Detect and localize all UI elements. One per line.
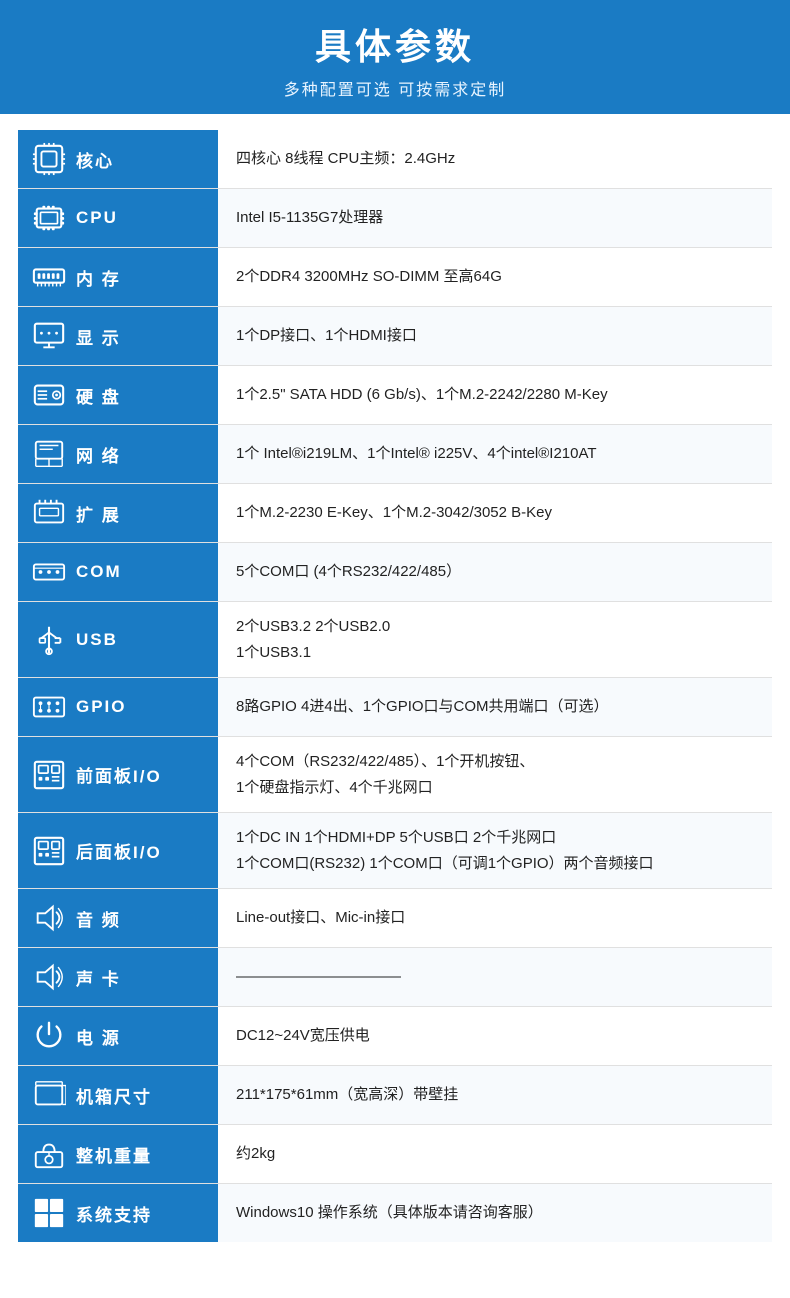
- core-label: 核心: [76, 147, 114, 172]
- audio-icon: [30, 899, 68, 937]
- expansion-icon: [30, 494, 68, 532]
- soundcard-value: ———————————: [218, 948, 772, 1007]
- network-icon: [30, 435, 68, 473]
- gpio-label: GPIO: [76, 697, 127, 717]
- memory-label: 内 存: [76, 265, 121, 290]
- os-label: 系统支持: [76, 1201, 152, 1226]
- network-value: 1个 Intel®i219LM、1个Intel® i225V、4个intel®I…: [218, 425, 772, 484]
- soundcard-icon: [30, 958, 68, 996]
- front-panel-icon: [30, 756, 68, 794]
- weight-icon: [30, 1135, 68, 1173]
- power-value: DC12~24V宽压供电: [218, 1007, 772, 1066]
- front-panel-label: 前面板I/O: [76, 762, 162, 787]
- weight-label: 整机重量: [76, 1142, 152, 1167]
- audio-label: 音 频: [76, 906, 121, 931]
- rear-panel-icon: [30, 832, 68, 870]
- os-value: Windows10 操作系统（具体版本请咨询客服）: [218, 1184, 772, 1243]
- network-label: 网 络: [76, 442, 121, 467]
- hdd-label: 硬 盘: [76, 383, 121, 408]
- usb-value: 2个USB3.2 2个USB2.01个USB3.1: [218, 602, 772, 678]
- display-value: 1个DP接口、1个HDMI接口: [218, 307, 772, 366]
- com-value: 5个COM口 (4个RS232/422/485）: [218, 543, 772, 602]
- weight-value: 约2kg: [218, 1125, 772, 1184]
- cpu-value: Intel I5-1135G7处理器: [218, 189, 772, 248]
- hdd-value: 1个2.5" SATA HDD (6 Gb/s)、1个M.2-2242/2280…: [218, 366, 772, 425]
- os-icon: [30, 1194, 68, 1232]
- page-wrapper: 具体参数 多种配置可选 可按需求定制 核心 四核心 8线程 CPU主频：2.4G…: [0, 0, 790, 1258]
- spec-table-container: 核心 四核心 8线程 CPU主频：2.4GHz CPU Intel I5-113…: [0, 114, 790, 1258]
- com-label: COM: [76, 562, 122, 582]
- usb-label: USB: [76, 630, 118, 650]
- cpu-label: CPU: [76, 208, 118, 228]
- dimensions-value: 211*175*61mm（宽高深）带壁挂: [218, 1066, 772, 1125]
- hdd-icon: [30, 376, 68, 414]
- dimensions-label: 机箱尺寸: [76, 1083, 152, 1108]
- cpu-icon: [30, 199, 68, 237]
- gpio-icon: [30, 688, 68, 726]
- audio-value: Line-out接口、Mic-in接口: [218, 889, 772, 948]
- expansion-label: 扩 展: [76, 501, 121, 526]
- power-icon: [30, 1017, 68, 1055]
- display-icon: [30, 317, 68, 355]
- power-label: 电 源: [76, 1024, 121, 1049]
- memory-icon: [30, 258, 68, 296]
- gpio-value: 8路GPIO 4进4出、1个GPIO口与COM共用端口（可选）: [218, 678, 772, 737]
- display-label: 显 示: [76, 324, 121, 349]
- rear-panel-label: 后面板I/O: [76, 838, 162, 863]
- expansion-value: 1个M.2-2230 E-Key、1个M.2-3042/3052 B-Key: [218, 484, 772, 543]
- com-icon: [30, 553, 68, 591]
- core-icon: [30, 140, 68, 178]
- front-panel-value: 4个COM（RS232/422/485）、1个开机按钮、1个硬盘指示灯、4个千兆…: [218, 737, 772, 813]
- rear-panel-value: 1个DC IN 1个HDMI+DP 5个USB口 2个千兆网口1个COM口(RS…: [218, 813, 772, 889]
- page-header: 具体参数 多种配置可选 可按需求定制: [0, 0, 790, 114]
- usb-icon: [30, 621, 68, 659]
- spec-table: 核心 四核心 8线程 CPU主频：2.4GHz CPU Intel I5-113…: [18, 130, 772, 1242]
- page-subtitle: 多种配置可选 可按需求定制: [20, 76, 770, 100]
- soundcard-label: 声 卡: [76, 965, 121, 990]
- dimensions-icon: [30, 1076, 68, 1114]
- core-value: 四核心 8线程 CPU主频：2.4GHz: [218, 130, 772, 189]
- memory-value: 2个DDR4 3200MHz SO-DIMM 至高64G: [218, 248, 772, 307]
- page-title: 具体参数: [20, 18, 770, 70]
